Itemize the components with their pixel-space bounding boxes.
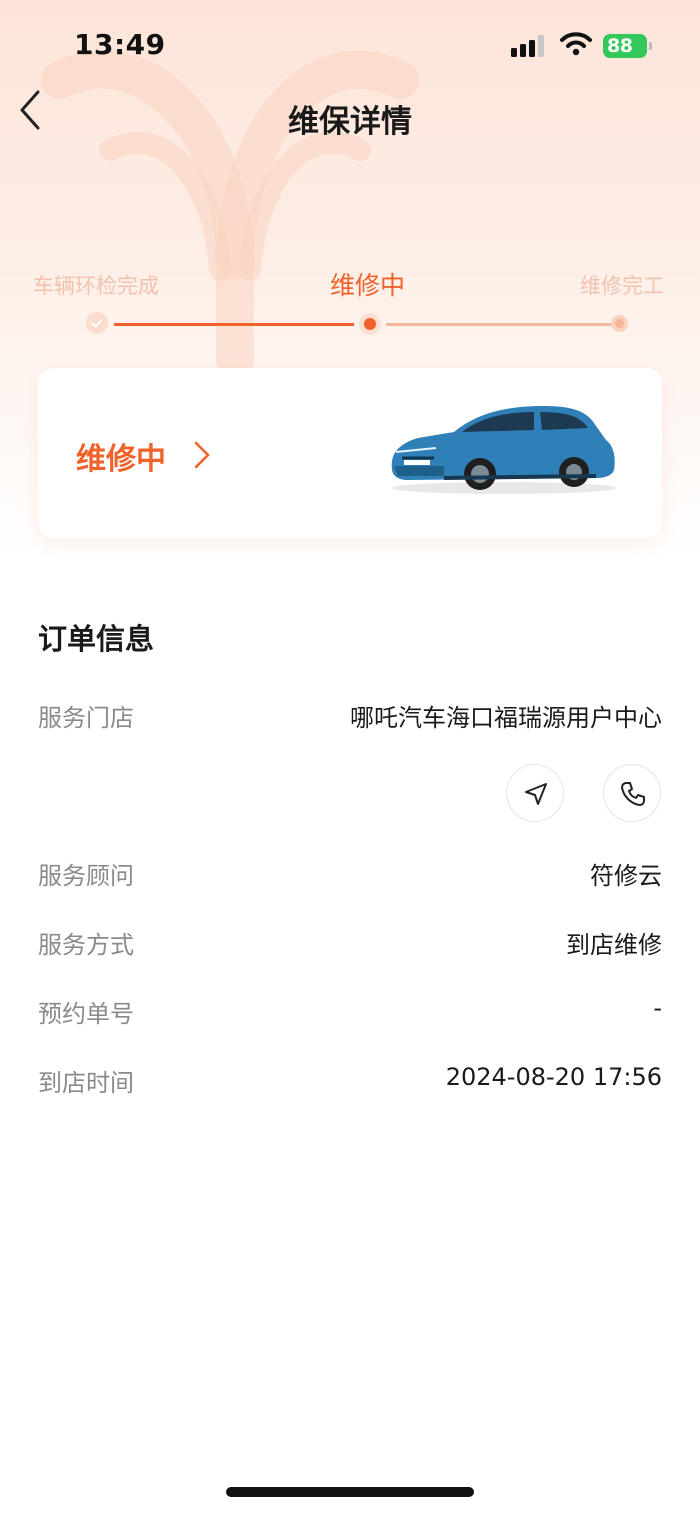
step-node-current-dot xyxy=(364,318,376,330)
store-value: 哪吒汽车海口福瑞源用户中心 xyxy=(350,704,662,732)
home-indicator[interactable] xyxy=(226,1487,474,1497)
check-icon xyxy=(91,319,103,328)
arrival-time-value: 2024-08-20 17:56 xyxy=(445,1063,662,1091)
repair-status-card[interactable]: 维修中 xyxy=(38,368,662,538)
step-label-in-repair: 维修中 xyxy=(330,271,406,300)
navigate-to-store-button[interactable] xyxy=(506,764,564,822)
cellular-signal-icon xyxy=(511,35,544,57)
service-method-label: 服务方式 xyxy=(38,931,134,959)
battery-level: 88 xyxy=(607,35,633,57)
advisor-value: 符修云 xyxy=(590,862,662,890)
battery-cap xyxy=(649,42,652,50)
repair-progress-stepper: 车辆环检完成 维修中 维修完工 xyxy=(0,266,700,346)
phone-icon xyxy=(621,782,645,806)
booking-number-value: - xyxy=(653,994,662,1022)
status-bar: 13:49 88 xyxy=(0,0,700,92)
battery-indicator: 88 xyxy=(603,34,652,58)
step-label-repair-complete: 维修完工 xyxy=(580,274,664,298)
progress-track-pending xyxy=(386,323,620,326)
arrival-time-label: 到店时间 xyxy=(38,1069,134,1097)
page-title: 维保详情 xyxy=(288,104,412,140)
step-node-done xyxy=(86,312,108,334)
status-time: 13:49 xyxy=(74,28,166,61)
step-node-pending-dot xyxy=(615,319,624,328)
navigation-arrow-icon xyxy=(525,783,547,805)
service-method-value: 到店维修 xyxy=(566,931,662,959)
order-info-heading: 订单信息 xyxy=(38,622,155,656)
repair-status-text: 维修中 xyxy=(76,442,166,477)
call-store-button[interactable] xyxy=(603,764,661,822)
store-label: 服务门店 xyxy=(38,704,134,732)
step-label-inspection-done: 车辆环检完成 xyxy=(33,274,159,298)
vehicle-image xyxy=(391,406,616,494)
wifi-icon xyxy=(560,32,592,56)
navigation-bar: 维保详情 xyxy=(0,80,700,150)
step-node-pending xyxy=(611,315,628,332)
booking-number-label: 预约单号 xyxy=(38,1000,134,1028)
advisor-label: 服务顾问 xyxy=(38,862,134,890)
progress-track-completed xyxy=(114,323,354,326)
chevron-right-icon xyxy=(194,441,210,469)
step-node-current xyxy=(359,313,381,335)
